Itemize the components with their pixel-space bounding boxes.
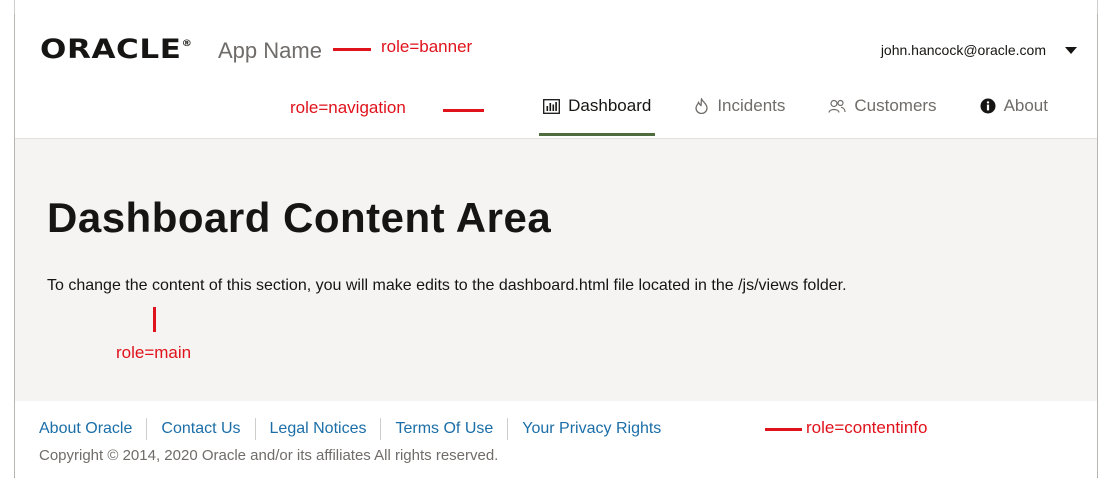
banner: ORACLE® App Name john.hancock@oracle.com… (15, 14, 1097, 139)
frame-edge (1097, 0, 1098, 14)
tab-incidents[interactable]: Incidents (692, 84, 787, 128)
registered-mark: ® (181, 39, 193, 49)
frame-edge (14, 0, 15, 14)
main-annotation-line (153, 307, 156, 332)
tab-about[interactable]: About (978, 84, 1050, 128)
contentinfo: About Oracle Contact Us Legal Notices Te… (15, 401, 1097, 478)
banner-annotation-line (333, 48, 371, 51)
caret-down-icon[interactable] (1065, 46, 1077, 54)
brand: ORACLE® App Name (40, 34, 322, 65)
page-description: To change the content of this section, y… (47, 277, 847, 294)
tab-incidents-label: Incidents (717, 96, 786, 115)
tab-about-label: About (1003, 96, 1048, 115)
footer-link-about-oracle[interactable]: About Oracle (39, 418, 146, 440)
navigation: Dashboard Incidents Customers About (502, 84, 1050, 139)
app-window: ORACLE® App Name john.hancock@oracle.com… (14, 14, 1098, 478)
tab-dashboard[interactable]: Dashboard (539, 84, 656, 136)
footer-link-legal-notices[interactable]: Legal Notices (254, 418, 381, 440)
page-title: Dashboard Content Area (47, 194, 552, 241)
tab-customers-label: Customers (854, 96, 937, 115)
footer-link-terms-of-use[interactable]: Terms Of Use (380, 418, 507, 440)
banner-annotation: role=banner (381, 37, 473, 56)
tab-dashboard-label: Dashboard (568, 96, 652, 115)
tab-customers[interactable]: Customers (826, 84, 938, 128)
footer-link-contact-us[interactable]: Contact Us (146, 418, 254, 440)
footer-links: About Oracle Contact Us Legal Notices Te… (39, 418, 675, 440)
user-menu[interactable]: john.hancock@oracle.com (881, 42, 1077, 58)
main-annotation: role=main (116, 343, 192, 362)
navigation-annotation-line (443, 109, 484, 112)
fire-icon (694, 98, 709, 114)
info-icon (980, 98, 996, 114)
logo-text: ORACLE (40, 34, 182, 65)
people-icon (828, 99, 846, 114)
oracle-logo: ORACLE® (40, 34, 238, 65)
bar-chart-icon (543, 98, 561, 114)
footer-link-privacy-rights[interactable]: Your Privacy Rights (507, 418, 675, 440)
contentinfo-annotation: role=contentinfo (806, 418, 928, 437)
user-name: john.hancock@oracle.com (880, 42, 1046, 58)
navigation-annotation: role=navigation (290, 98, 406, 117)
contentinfo-annotation-line (765, 428, 802, 431)
copyright: Copyright © 2014, 2020 Oracle and/or its… (39, 447, 499, 464)
